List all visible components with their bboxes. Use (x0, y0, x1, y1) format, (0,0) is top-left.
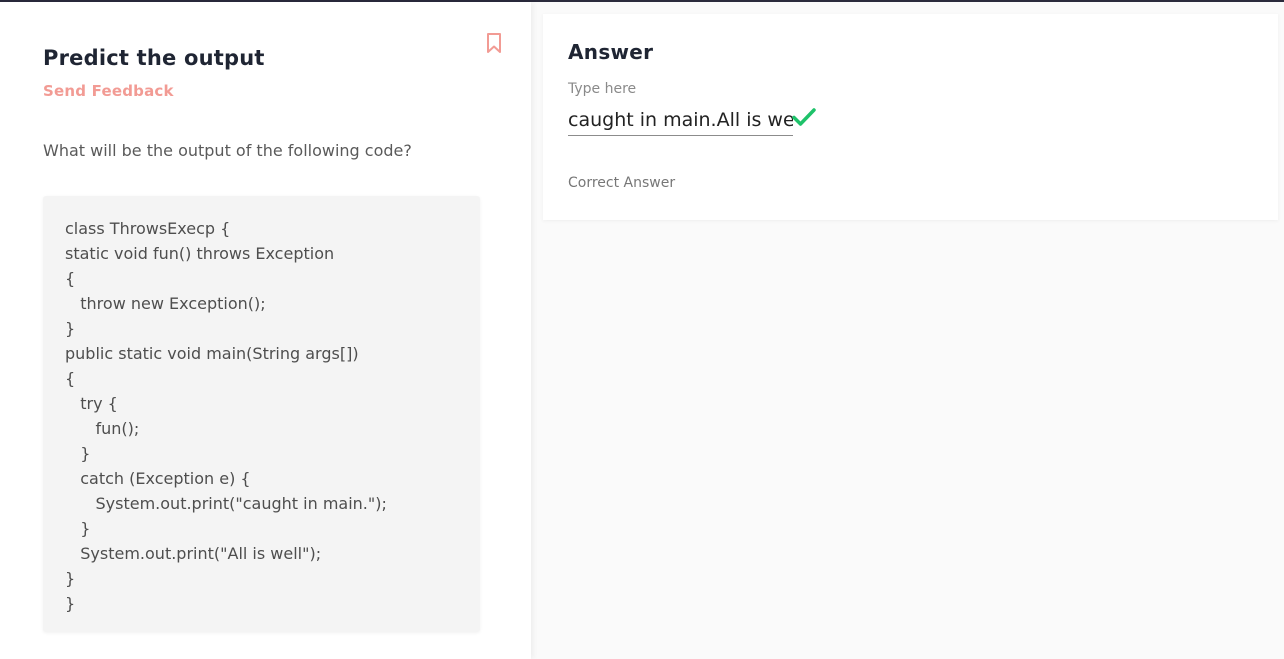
code-line: } (65, 444, 91, 463)
code-line: static void fun() throws Exception (65, 244, 335, 263)
bookmark-icon[interactable] (484, 31, 504, 55)
code-line: } (65, 519, 91, 538)
answer-title: Answer (568, 40, 654, 64)
code-line: class ThrowsExecp { (65, 219, 231, 238)
answer-card: Answer Type here Correct Answer (543, 14, 1278, 220)
question-panel: Predict the output Send Feedback What wi… (0, 2, 531, 659)
code-line: throw new Exception(); (65, 294, 266, 313)
code-line: System.out.print("caught in main."); (65, 494, 387, 513)
code-line: catch (Exception e) { (65, 469, 251, 488)
question-prompt: What will be the output of the following… (43, 141, 412, 160)
send-feedback-link[interactable]: Send Feedback (43, 82, 174, 100)
answer-input-label: Type here (568, 81, 637, 97)
code-line: } (65, 594, 76, 613)
code-line: } (65, 319, 76, 338)
check-icon (792, 108, 816, 126)
code-line: System.out.print("All is well"); (65, 544, 322, 563)
code-line: } (65, 569, 76, 588)
code-line: fun(); (65, 419, 140, 438)
code-line: try { (65, 394, 118, 413)
code-line: public static void main(String args[]) (65, 344, 359, 363)
code-line: { (65, 369, 76, 388)
answer-status: Correct Answer (568, 175, 676, 191)
code-line: { (65, 269, 76, 288)
question-title: Predict the output (43, 46, 265, 70)
answer-input[interactable] (568, 104, 793, 136)
code-block: class ThrowsExecp { static void fun() th… (43, 196, 480, 632)
